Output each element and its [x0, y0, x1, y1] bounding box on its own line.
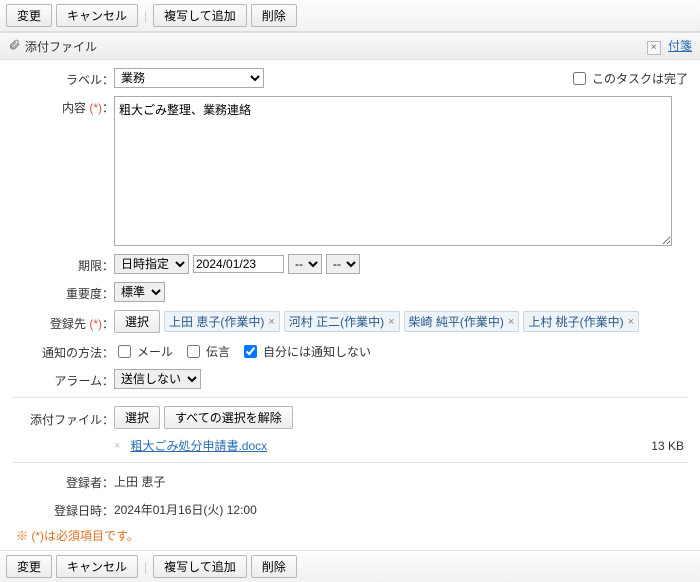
- select-file-button[interactable]: 選択: [114, 406, 160, 429]
- notify-mail-checkbox[interactable]: メール: [114, 342, 173, 361]
- assignee-tag: 上村 桃子(作業中)×: [523, 311, 639, 332]
- label-registrant: 登録者: [12, 471, 102, 491]
- alarm-select[interactable]: 送信しない: [114, 369, 201, 389]
- label-alarm: アラーム: [12, 369, 102, 389]
- toolbar-separator: |: [144, 9, 147, 23]
- assignee-tag: 柴崎 純平(作業中)×: [404, 311, 520, 332]
- sticky-link[interactable]: 付箋: [668, 39, 692, 53]
- deadline-hour-select[interactable]: --: [288, 254, 322, 274]
- select-assignee-button[interactable]: 選択: [114, 310, 160, 333]
- section-header: 添付ファイル × 付箋: [0, 32, 700, 60]
- assignee-tag: 上田 恵子(作業中)×: [164, 311, 280, 332]
- label-select[interactable]: 業務: [114, 68, 264, 88]
- section-title: 添付ファイル: [25, 38, 97, 55]
- form-area: ラベル ： 業務 このタスクは完了 内容 (*) ： 粗大ごみ整理、業務連絡 期…: [0, 60, 700, 550]
- label-attach: 添付ファイル: [12, 408, 102, 428]
- file-size: 13 KB: [651, 439, 688, 453]
- complete-task-checkbox[interactable]: このタスクは完了: [569, 69, 688, 88]
- register-dt-value: 2024年01月16日(火) 12:00: [114, 501, 257, 518]
- label-register-dt: 登録日時: [12, 499, 102, 519]
- label-label: ラベル: [12, 68, 102, 88]
- label-content: 内容 (*): [12, 96, 102, 116]
- registrant-value: 上田 恵子: [114, 473, 165, 490]
- remove-tag-icon[interactable]: ×: [508, 316, 514, 328]
- content-textarea[interactable]: 粗大ごみ整理、業務連絡: [114, 96, 672, 246]
- delete-button[interactable]: 削除: [251, 555, 297, 578]
- divider: [12, 462, 688, 463]
- toolbar-separator: |: [144, 560, 147, 574]
- file-link[interactable]: 粗大ごみ処分申請書.docx: [130, 437, 267, 454]
- label-notify: 通知の方法: [12, 341, 102, 361]
- clear-all-button[interactable]: すべての選択を解除: [164, 406, 293, 429]
- duplicate-button[interactable]: 複写して追加: [153, 4, 247, 27]
- assignee-tag: 河村 正二(作業中)×: [284, 311, 400, 332]
- bottom-toolbar: 変更 キャンセル | 複写して追加 削除: [0, 550, 700, 582]
- delete-button[interactable]: 削除: [251, 4, 297, 27]
- change-button[interactable]: 変更: [6, 555, 52, 578]
- label-register-to: 登録先 (*): [12, 312, 102, 332]
- notify-self-checkbox[interactable]: 自分には通知しない: [240, 342, 371, 361]
- paperclip-icon: [8, 38, 21, 54]
- notify-memo-checkbox[interactable]: 伝言: [183, 342, 230, 361]
- duplicate-button[interactable]: 複写して追加: [153, 555, 247, 578]
- remove-tag-icon[interactable]: ×: [628, 316, 634, 328]
- cancel-button[interactable]: キャンセル: [56, 4, 138, 27]
- deadline-min-select[interactable]: --: [326, 254, 360, 274]
- remove-tag-icon[interactable]: ×: [268, 316, 274, 328]
- change-button[interactable]: 変更: [6, 4, 52, 27]
- required-note: ※ (*)は必須項目です。: [16, 527, 688, 544]
- divider: [12, 397, 688, 398]
- deadline-mode-select[interactable]: 日時指定: [114, 254, 189, 274]
- cancel-button[interactable]: キャンセル: [56, 555, 138, 578]
- remove-file-icon[interactable]: ×: [114, 440, 120, 452]
- top-toolbar: 変更 キャンセル | 複写して追加 削除: [0, 0, 700, 32]
- label-deadline: 期限: [12, 254, 102, 274]
- close-icon[interactable]: ×: [647, 41, 661, 55]
- label-importance: 重要度: [12, 282, 102, 302]
- importance-select[interactable]: 標準: [114, 282, 165, 302]
- deadline-date-input[interactable]: [193, 255, 284, 273]
- remove-tag-icon[interactable]: ×: [388, 316, 394, 328]
